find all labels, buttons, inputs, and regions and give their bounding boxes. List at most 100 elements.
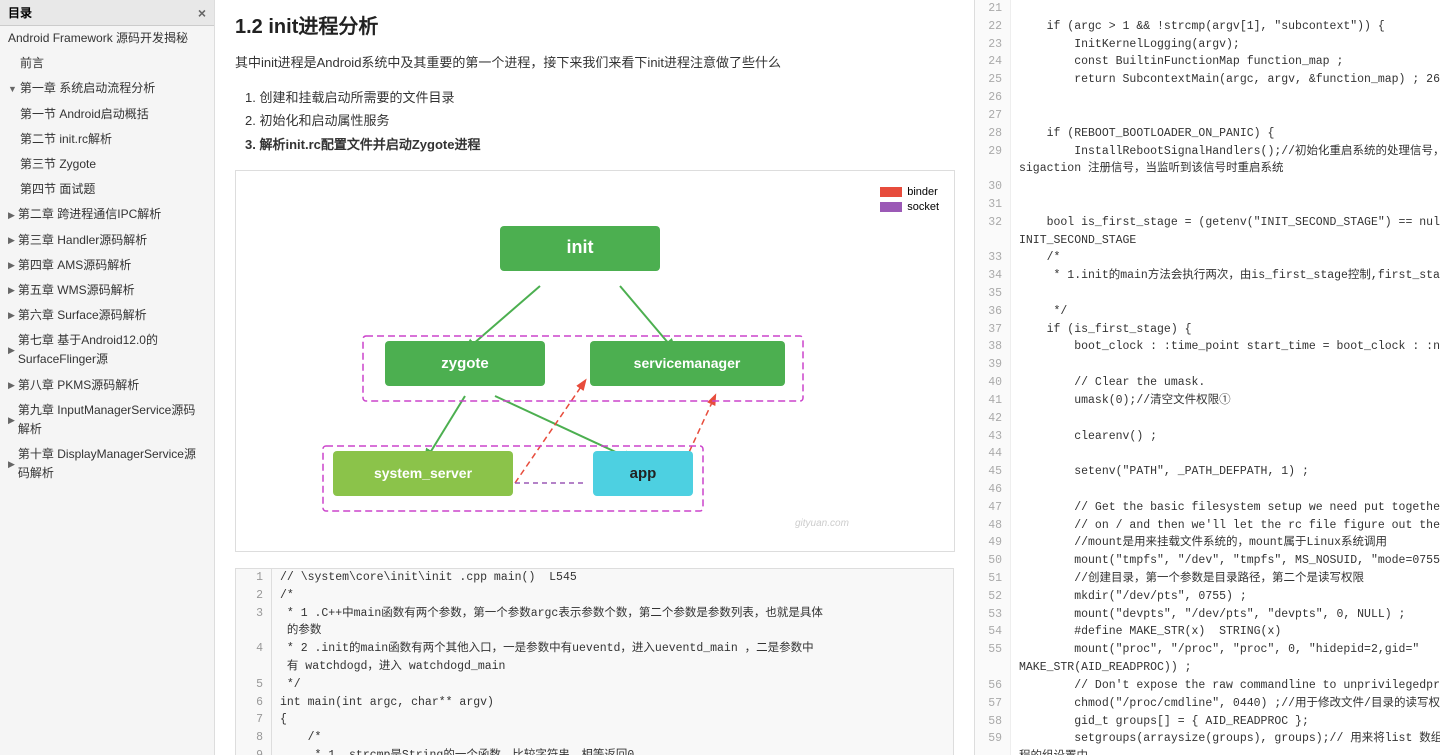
sidebar-item-label: 第一章 系统启动流程分析 bbox=[20, 79, 155, 98]
right-code-line: 46 bbox=[975, 481, 1440, 499]
sidebar-item-ch3[interactable]: ▶第三章 Handler源码解析 bbox=[0, 228, 214, 253]
right-line-number bbox=[975, 659, 1011, 677]
right-line-number: 58 bbox=[975, 713, 1011, 731]
right-line-content: setgroups(arraysize(groups), groups);// … bbox=[1011, 730, 1440, 748]
line-content: { bbox=[272, 711, 294, 729]
chevron-icon: ▶ bbox=[8, 233, 15, 247]
chevron-icon: ▶ bbox=[8, 308, 15, 322]
line-content: int main(int argc, char** argv) bbox=[272, 694, 494, 712]
right-code-line: 29 InstallRebootSignalHandlers();//初始化重启… bbox=[975, 143, 1440, 161]
code-line: 1// \system\core\init\init .cpp main() L… bbox=[236, 569, 953, 587]
sidebar: 目录 × Android Framework 源码开发揭秘前言▼第一章 系统启动… bbox=[0, 0, 215, 755]
right-code-line: 25 return SubcontextMain(argc, argv, &fu… bbox=[975, 71, 1440, 89]
sidebar-item-label: 第四节 面试题 bbox=[20, 182, 95, 196]
init-label: init bbox=[567, 237, 594, 257]
sidebar-item-label: 第十章 DisplayManagerService源码解析 bbox=[18, 445, 206, 483]
right-code-line: 23 InitKernelLogging(argv); bbox=[975, 36, 1440, 54]
right-line-number: 51 bbox=[975, 570, 1011, 588]
line-content: /* bbox=[272, 729, 321, 747]
code-line: 7{ bbox=[236, 711, 953, 729]
sidebar-item-label: 第三节 Zygote bbox=[20, 157, 96, 171]
right-line-number: 36 bbox=[975, 303, 1011, 321]
right-line-number: 31 bbox=[975, 196, 1011, 214]
sidebar-item-label: 第七章 基于Android12.0的SurfaceFlinger源 bbox=[18, 331, 206, 369]
legend-label: binder bbox=[907, 186, 938, 198]
sidebar-item-label: Android Framework 源码开发揭秘 bbox=[8, 29, 188, 48]
sidebar-item-ch7[interactable]: ▶第七章 基于Android12.0的SurfaceFlinger源 bbox=[0, 328, 214, 372]
right-line-number: 59 bbox=[975, 730, 1011, 748]
diagram-svg: init zygote servicemanager system_server… bbox=[255, 181, 935, 541]
sidebar-item-ch5[interactable]: ▶第五章 WMS源码解析 bbox=[0, 278, 214, 303]
right-line-number: 34 bbox=[975, 267, 1011, 285]
right-code-pane: 2122 if (argc > 1 && !strcmp(argv[1], "s… bbox=[975, 0, 1440, 755]
sidebar-item-ch1s3[interactable]: 第三节 Zygote bbox=[0, 152, 214, 177]
sidebar-title: 目录 × bbox=[0, 0, 214, 26]
sidebar-item-label: 第八章 PKMS源码解析 bbox=[18, 376, 139, 395]
chevron-icon: ▶ bbox=[8, 457, 15, 471]
right-code-line: 58 gid_t groups[] = { AID_READPROC }; bbox=[975, 713, 1440, 731]
right-line-content: mount("tmpfs", "/dev", "tmpfs", MS_NOSUI… bbox=[1011, 552, 1440, 570]
sidebar-item-ch1s1[interactable]: 第一节 Android启动概括 bbox=[0, 102, 214, 127]
system-server-label: system_server bbox=[374, 465, 473, 481]
sidebar-title-label: 目录 bbox=[8, 4, 32, 21]
right-line-content: //创建目录，第一个参数是目录路径，第二个是读写权限 bbox=[1011, 570, 1440, 588]
sidebar-item-ch1s2[interactable]: 第二节 init.rc解析 bbox=[0, 127, 214, 152]
sidebar-item-top[interactable]: Android Framework 源码开发揭秘 bbox=[0, 26, 214, 51]
right-line-number: 53 bbox=[975, 606, 1011, 624]
right-code-line: sigaction 注册信号，当监听到该信号时重启系统 bbox=[975, 160, 1440, 178]
right-line-number: 25 bbox=[975, 71, 1011, 89]
list-item: 1. 创建和挂载启动所需要的文件目录 bbox=[245, 86, 954, 109]
chevron-icon: ▶ bbox=[8, 283, 15, 297]
sidebar-item-ch1[interactable]: ▼第一章 系统启动流程分析 bbox=[0, 76, 214, 101]
code-block: 1// \system\core\init\init .cpp main() L… bbox=[235, 568, 954, 755]
right-line-number: 32 bbox=[975, 214, 1011, 232]
article-pane: 1.2 init进程分析 其中init进程是Android系统中及其重要的第一个… bbox=[215, 0, 975, 755]
right-line-content: return SubcontextMain(argc, argv, &funct… bbox=[1011, 71, 1440, 89]
legend-color-box bbox=[880, 187, 902, 197]
right-line-content bbox=[1011, 196, 1440, 214]
sidebar-item-ch1s4[interactable]: 第四节 面试题 bbox=[0, 177, 214, 202]
right-line-content bbox=[1011, 178, 1440, 196]
line-content: * 2 .init的main函数有两个其他入口，一是参数中有ueventd，进入… bbox=[272, 640, 814, 658]
list-item: 2. 初始化和启动属性服务 bbox=[245, 109, 954, 132]
right-line-content: // Get the basic filesystem setup we nee… bbox=[1011, 499, 1440, 517]
sidebar-item-label: 第二章 跨进程通信IPC解析 bbox=[18, 205, 161, 224]
right-line-content: setenv("PATH", _PATH_DEFPATH, 1) ; bbox=[1011, 463, 1440, 481]
right-line-number: 44 bbox=[975, 445, 1011, 463]
right-line-number: 48 bbox=[975, 517, 1011, 535]
code-line: 5 */ bbox=[236, 676, 953, 694]
right-line-content: if (is_first_stage) { bbox=[1011, 321, 1440, 339]
right-code-line: 30 bbox=[975, 178, 1440, 196]
right-line-number: 39 bbox=[975, 356, 1011, 374]
sidebar-item-ch4[interactable]: ▶第四章 AMS源码解析 bbox=[0, 253, 214, 278]
right-line-number: 41 bbox=[975, 392, 1011, 410]
right-line-content bbox=[1011, 410, 1440, 428]
sidebar-item-ch9[interactable]: ▶第九章 InputManagerService源码解析 bbox=[0, 398, 214, 442]
right-code-line: 49 //mount是用来挂载文件系统的，mount属于Linux系统调用 bbox=[975, 534, 1440, 552]
sidebar-item-ch10[interactable]: ▶第十章 DisplayManagerService源码解析 bbox=[0, 442, 214, 486]
line-content: 的参数 bbox=[272, 622, 321, 640]
diagram-container: bindersocket bbox=[235, 170, 955, 552]
right-line-content bbox=[1011, 356, 1440, 374]
right-line-content bbox=[1011, 285, 1440, 303]
right-line-number: 26 bbox=[975, 89, 1011, 107]
right-line-number: 28 bbox=[975, 125, 1011, 143]
sidebar-item-ch2[interactable]: ▶第二章 跨进程通信IPC解析 bbox=[0, 202, 214, 227]
right-line-content: const BuiltinFunctionMap function_map ; bbox=[1011, 53, 1440, 71]
sidebar-item-label: 第四章 AMS源码解析 bbox=[18, 256, 131, 275]
right-code-line: 43 clearenv() ; bbox=[975, 428, 1440, 446]
right-line-content: mount("proc", "/proc", "proc", 0, "hidep… bbox=[1011, 641, 1440, 659]
diagram-legend: bindersocket bbox=[880, 186, 939, 216]
close-icon[interactable]: × bbox=[198, 5, 206, 21]
sidebar-item-ch8[interactable]: ▶第八章 PKMS源码解析 bbox=[0, 373, 214, 398]
sidebar-item-preface[interactable]: 前言 bbox=[0, 51, 214, 76]
sidebar-item-ch6[interactable]: ▶第六章 Surface源码解析 bbox=[0, 303, 214, 328]
right-line-content: //mount是用来挂载文件系统的，mount属于Linux系统调用 bbox=[1011, 534, 1440, 552]
right-line-content: 程的组设置中 bbox=[1011, 748, 1440, 755]
article-list: 1. 创建和挂载启动所需要的文件目录2. 初始化和启动属性服务3. 解析init… bbox=[235, 86, 954, 156]
right-line-number: 30 bbox=[975, 178, 1011, 196]
chevron-icon: ▶ bbox=[8, 413, 15, 427]
line-content: * 1 .C++中main函数有两个参数，第一个参数argc表示参数个数，第二个… bbox=[272, 605, 823, 623]
right-code-line: 41 umask(0);//清空文件权限① bbox=[975, 392, 1440, 410]
code-line: 2/* bbox=[236, 587, 953, 605]
